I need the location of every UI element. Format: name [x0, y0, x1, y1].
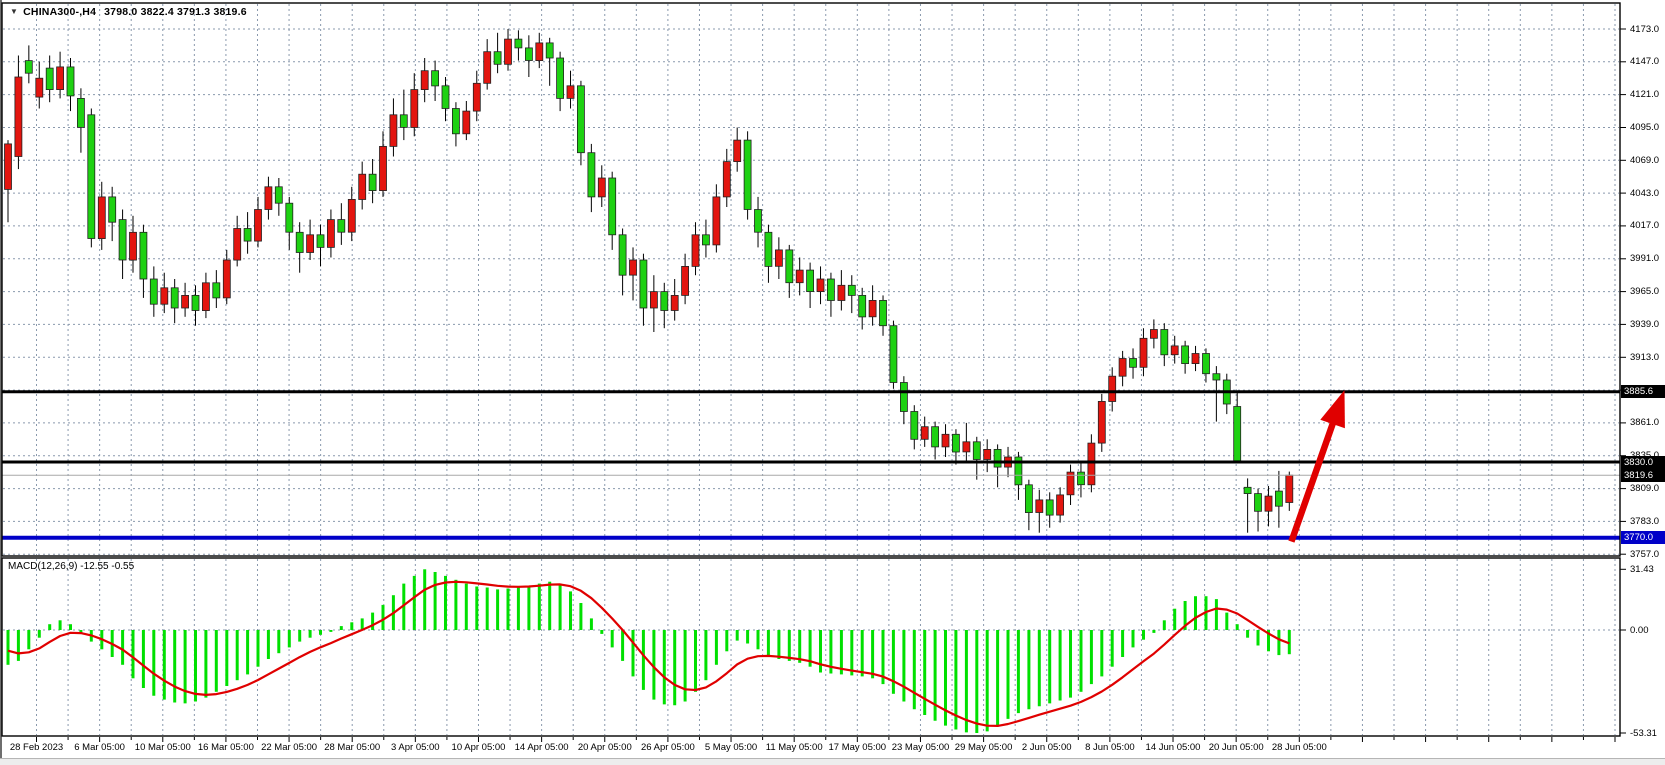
time-tick-label: 8 Jun 05:00	[1085, 742, 1135, 754]
time-tick-label: 6 Mar 05:00	[74, 742, 125, 754]
symbol-timeframe-label: CHINA300-,H4	[23, 6, 96, 18]
time-tick-label: 22 Mar 05:00	[261, 742, 317, 754]
time-tick-label: 14 Jun 05:00	[1146, 742, 1201, 754]
time-tick-label: 28 Jun 05:00	[1272, 742, 1327, 754]
price-tick-label: 3783.0	[1630, 516, 1659, 527]
time-tick-label: 28 Mar 05:00	[324, 742, 380, 754]
price-tick-label: 4121.0	[1630, 89, 1659, 100]
price-tick-label: 4017.0	[1630, 220, 1659, 231]
time-tick-label: 5 May 05:00	[705, 742, 757, 754]
macd-indicator-label: MACD(12,26,9) -12.55 -0.55	[8, 561, 134, 572]
price-tick-label: 3965.0	[1630, 286, 1659, 297]
price-tick-label: 3757.0	[1630, 549, 1659, 560]
ohlc-values: 3798.0 3822.4 3791.3 3819.6	[104, 6, 247, 18]
price-badge: 3819.6	[1621, 469, 1665, 482]
macd-tick-label: 31.43	[1630, 564, 1654, 575]
price-badge: 3885.6	[1621, 385, 1665, 398]
price-tick-label: 4043.0	[1630, 188, 1659, 199]
chart-window: ▼ CHINA300-,H4 3798.0 3822.4 3791.3 3819.6…	[0, 0, 1665, 765]
time-tick-label: 20 Apr 05:00	[578, 742, 632, 754]
price-tick-label: 3809.0	[1630, 483, 1659, 494]
time-tick-label: 16 Mar 05:00	[198, 742, 254, 754]
window-bottom-edge	[0, 758, 1665, 765]
time-tick-label: 17 May 05:00	[829, 742, 887, 754]
time-tick-label: 29 May 05:00	[955, 742, 1013, 754]
time-tick-label: 10 Mar 05:00	[135, 742, 191, 754]
time-tick-label: 23 May 05:00	[892, 742, 950, 754]
price-tick-label: 3861.0	[1630, 417, 1659, 428]
price-tick-label: 3991.0	[1630, 253, 1659, 264]
price-tick-label: 3939.0	[1630, 319, 1659, 330]
price-tick-label: 4095.0	[1630, 122, 1659, 133]
time-tick-label: 14 Apr 05:00	[515, 742, 569, 754]
price-tick-label: 4173.0	[1630, 24, 1659, 35]
time-tick-label: 11 May 05:00	[766, 742, 823, 754]
time-tick-label: 2 Jun 05:00	[1022, 742, 1072, 754]
macd-tick-label: -53.31	[1630, 728, 1657, 739]
price-tick-label: 4069.0	[1630, 155, 1659, 166]
price-tick-label: 4147.0	[1630, 56, 1659, 67]
time-tick-label: 20 Jun 05:00	[1209, 742, 1264, 754]
time-tick-label: 26 Apr 05:00	[641, 742, 695, 754]
time-tick-label: 28 Feb 2023	[10, 742, 63, 754]
time-tick-label: 10 Apr 05:00	[452, 742, 506, 754]
symbol-dropdown-icon[interactable]: ▼	[10, 7, 18, 16]
macd-tick-label: 0.00	[1630, 625, 1649, 636]
price-badge: 3830.0	[1621, 456, 1665, 469]
time-tick-label: 3 Apr 05:00	[391, 742, 440, 754]
price-badge: 3770.0	[1621, 531, 1665, 544]
chart-canvas[interactable]	[0, 0, 1665, 765]
chart-title: ▼ CHINA300-,H4 3798.0 3822.4 3791.3 3819.6	[10, 6, 247, 18]
price-tick-label: 3913.0	[1630, 352, 1659, 363]
